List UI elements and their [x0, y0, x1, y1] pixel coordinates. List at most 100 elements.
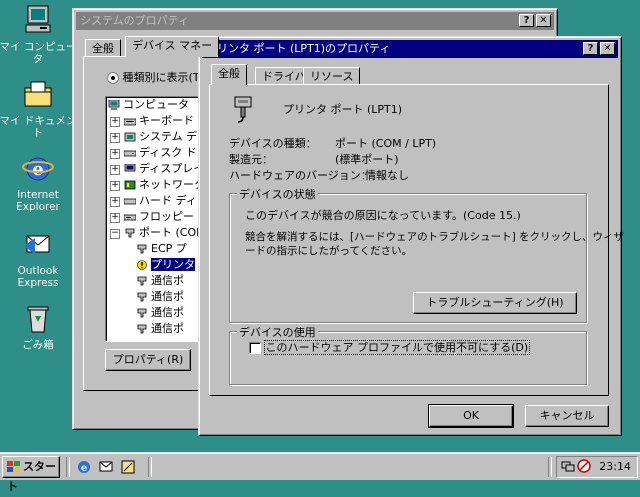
tab-device-manager[interactable]: デバイス マネー	[125, 36, 220, 57]
computer-icon	[108, 100, 120, 110]
device-name: プリンタ ポート (LPT1)	[283, 103, 403, 116]
cancel-button[interactable]: キャンセル	[525, 405, 609, 427]
system-device-icon	[124, 132, 136, 142]
tree-item[interactable]: 通信ポ	[136, 321, 184, 337]
recycle-bin-icon	[21, 302, 55, 336]
desktop-icon-label: マイ コンピュータ	[0, 41, 77, 65]
dialog-titlebar[interactable]: プリンタ ポート (LPT1)のプロパティ ? ✕	[202, 40, 618, 58]
ok-button[interactable]: OK	[428, 404, 514, 428]
desktop-icon-label: Outlook Express	[17, 265, 59, 289]
tree-item[interactable]: ECP プ	[136, 241, 187, 257]
hard-disk-icon	[124, 198, 136, 205]
windows-logo-icon	[7, 461, 21, 473]
port-icon	[137, 292, 147, 302]
help-button[interactable]: ?	[583, 42, 598, 55]
help-button[interactable]: ?	[519, 14, 534, 27]
tree-item[interactable]: フロッピー デ	[124, 209, 206, 225]
quicklaunch-separator	[66, 457, 70, 477]
printer-port-properties-dialog[interactable]: プリンタ ポート (LPT1)のプロパティ ? ✕ 全般 ドライバ リソース プ…	[198, 36, 625, 436]
outlook-express-icon	[21, 228, 55, 262]
tree-item[interactable]: ポート (COM	[124, 225, 206, 241]
start-button[interactable]: スタート	[2, 456, 60, 493]
expand-icon[interactable]: +	[110, 133, 120, 143]
device-type-value: ポート (COM / LPT)	[335, 137, 437, 150]
taskbar-separator	[148, 457, 152, 477]
desktop-icon-internet-explorer[interactable]: e Internet Explorer	[0, 152, 78, 213]
desktop-icon-outlook-express[interactable]: Outlook Express	[0, 228, 78, 289]
floppy-icon	[124, 214, 136, 221]
tab-general[interactable]: 全般	[211, 64, 247, 85]
hardware-version-label: ハードウェアのバージョン：	[229, 169, 372, 182]
close-button[interactable]: ✕	[536, 14, 551, 27]
window-title: システムのプロパティ	[80, 14, 190, 27]
port-icon	[137, 244, 147, 254]
my-documents-folder-icon	[21, 78, 55, 112]
hardware-version-value: 情報なし	[365, 169, 409, 182]
checkbox-label: このハードウェア プロファイルで使用不可にする(D)	[263, 340, 531, 355]
checkbox-box	[249, 342, 261, 354]
port-icon	[137, 276, 147, 286]
manufacturer-value: (標準ポート)	[335, 153, 399, 166]
tree-item[interactable]: ディスク ドラ	[124, 145, 206, 161]
warning-icon	[137, 260, 147, 270]
close-button[interactable]: ✕	[600, 42, 615, 55]
network-tray-icon[interactable]	[561, 459, 575, 473]
device-status-group-label: デバイスの状態	[237, 186, 318, 202]
device-usage-group-label: デバイスの使用	[237, 324, 318, 340]
system-tray: 23:14	[556, 456, 638, 478]
my-computer-icon	[21, 4, 55, 38]
device-tree[interactable]: コンピュータ + キーボード + システム デ + ディスク ドラ + ディスプ…	[105, 96, 207, 342]
dialog-title: プリンタ ポート (LPT1)のプロパティ	[206, 42, 391, 55]
expand-icon[interactable]: +	[110, 213, 120, 223]
quicklaunch-ie-icon[interactable]: e	[76, 459, 92, 475]
troubleshoot-button[interactable]: トラブルシューティング(H)	[413, 292, 577, 314]
taskbar: スタート e 23:14	[0, 452, 640, 493]
tab-general[interactable]: 全般	[85, 39, 121, 57]
tree-item[interactable]: ハード ディス	[124, 193, 206, 209]
network-icon	[124, 180, 136, 190]
tree-item[interactable]: 通信ポ	[136, 305, 184, 321]
desktop-icon-label: ごみ箱	[22, 339, 54, 351]
system-properties-titlebar[interactable]: システムのプロパティ ? ✕	[76, 12, 554, 30]
collapse-icon[interactable]: −	[110, 229, 120, 239]
quicklaunch-outlook-icon[interactable]	[98, 459, 114, 475]
ime-tray-icon[interactable]	[577, 459, 591, 473]
properties-button[interactable]: プロパティ(R)	[105, 349, 191, 371]
expand-icon[interactable]: +	[110, 117, 120, 127]
clock[interactable]: 23:14	[599, 460, 631, 473]
tree-item[interactable]: キーボード	[124, 113, 194, 129]
desktop-icon-label: マイ ドキュメント	[0, 115, 77, 139]
expand-icon[interactable]: +	[110, 181, 120, 191]
manufacturer-label: 製造元：	[229, 153, 273, 166]
status-message: このデバイスが競合の原因になっています。(Code 15.)	[245, 209, 521, 222]
tree-item[interactable]: システム デ	[124, 129, 197, 145]
view-by-type-radio[interactable]: 種類別に表示(T	[107, 71, 200, 85]
internet-explorer-icon: e	[21, 152, 55, 186]
expand-icon[interactable]: +	[110, 197, 120, 207]
radio-selected-icon	[107, 72, 119, 84]
quicklaunch-desktop-icon[interactable]	[120, 459, 136, 475]
desktop-icon-my-documents[interactable]: マイ ドキュメント	[0, 78, 78, 139]
status-instruction-line1: 競合を解消するには、[ハードウェアのトラブルシュート] をクリックし、ウィザ	[245, 231, 625, 243]
tree-item[interactable]: 通信ポ	[136, 289, 184, 305]
printer-port-icon	[231, 95, 255, 123]
status-instruction-line2: ードの指示にしたがってください。	[245, 245, 413, 257]
tab-resources[interactable]: リソース	[303, 67, 361, 85]
svg-text:e: e	[81, 463, 87, 474]
expand-icon[interactable]: +	[110, 165, 120, 175]
tree-item[interactable]: ネットワーク	[124, 177, 205, 193]
radio-label: 種類別に表示(T	[122, 71, 200, 84]
desktop-icon-recycle-bin[interactable]: ごみ箱	[0, 302, 78, 351]
desktop-icon-my-computer[interactable]: マイ コンピュータ	[0, 4, 78, 65]
tree-item-selected[interactable]: プリンタ	[136, 257, 195, 273]
disable-in-profile-checkbox[interactable]: このハードウェア プロファイルで使用不可にする(D)	[249, 340, 531, 355]
port-icon	[125, 228, 135, 238]
port-icon	[137, 308, 147, 318]
display-icon	[124, 164, 136, 172]
tree-item[interactable]: 通信ポ	[136, 273, 184, 289]
expand-icon[interactable]: +	[110, 149, 120, 159]
tree-item[interactable]: コンピュータ	[108, 97, 189, 113]
tree-item[interactable]: ディスプレイ	[124, 161, 204, 177]
device-type-label: デバイスの種類：	[229, 137, 317, 150]
port-icon	[137, 324, 147, 334]
